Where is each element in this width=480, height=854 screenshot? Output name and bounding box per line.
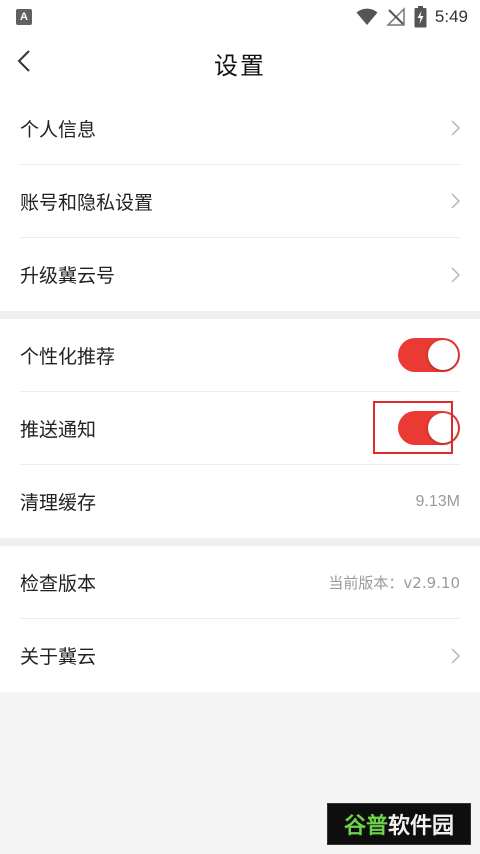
row-label: 个人信息 (20, 118, 97, 141)
row-about-jiyun[interactable]: 关于冀云 (20, 619, 460, 692)
personalized-recommend-toggle[interactable] (398, 338, 460, 372)
row-clear-cache[interactable]: 清理缓存 9.13M (20, 465, 460, 538)
push-notification-toggle[interactable] (398, 411, 460, 445)
chevron-right-icon (451, 120, 460, 136)
watermark-text-b: 软件园 (388, 814, 455, 839)
row-label: 升级冀云号 (20, 265, 116, 287)
row-personal-info[interactable]: 个人信息 (20, 92, 460, 165)
row-account-privacy[interactable]: 账号和隐私设置 (20, 165, 460, 238)
toggle-knob (428, 340, 458, 370)
row-push-notification: 推送通知 (20, 392, 460, 465)
row-upgrade-jiyun[interactable]: 升级冀云号 (20, 238, 460, 311)
row-label: 推送通知 (20, 418, 97, 441)
row-check-version[interactable]: 检查版本 当前版本：v2.9.10 (20, 546, 460, 619)
chevron-right-icon (451, 266, 460, 283)
app-notification-icon: A (16, 9, 32, 25)
row-label: 清理缓存 (20, 492, 97, 514)
row-label: 关于冀云 (20, 646, 97, 668)
section-divider (0, 538, 480, 546)
row-label: 个性化推荐 (20, 345, 116, 368)
row-personalized-recommend: 个性化推荐 (20, 319, 460, 392)
row-label: 账号和隐私设置 (20, 191, 154, 214)
cache-size-value: 9.13M (415, 492, 460, 510)
settings-group-account: 个人信息 账号和隐私设置 升级冀云号 (0, 92, 480, 311)
row-label: 检查版本 (20, 572, 97, 595)
battery-charging-icon (414, 6, 427, 28)
status-time: 5:49 (434, 7, 468, 26)
current-version-value: 当前版本：v2.9.10 (328, 573, 460, 592)
watermark-text-a: 谷普 (343, 814, 388, 839)
watermark-logo: 谷普 软件园 (327, 803, 471, 845)
section-divider (0, 311, 480, 319)
page-title: 设置 (214, 51, 266, 80)
settings-group-preferences: 个性化推荐 推送通知 清理缓存 9.13M (0, 319, 480, 538)
chevron-right-icon (451, 647, 460, 664)
wifi-icon (356, 8, 378, 26)
back-button[interactable] (8, 47, 40, 79)
status-bar: A 5:49 (0, 0, 480, 34)
no-signal-icon (386, 7, 406, 27)
top-nav-bar: 设置 (0, 34, 480, 92)
toggle-knob (428, 413, 458, 443)
chevron-left-icon (17, 49, 31, 77)
chevron-right-icon (451, 193, 460, 209)
settings-group-about: 检查版本 当前版本：v2.9.10 关于冀云 (0, 546, 480, 692)
